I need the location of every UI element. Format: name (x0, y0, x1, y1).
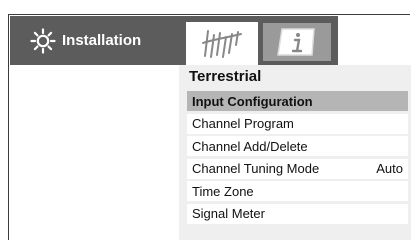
menu-item-input-configuration[interactable]: Input Configuration (187, 91, 408, 111)
menu-item-label: Time Zone (192, 183, 254, 199)
installation-title: Installation (62, 32, 142, 49)
menu-item-label: Channel Add/Delete (192, 138, 308, 154)
menu-item-label: Channel Program (192, 116, 294, 132)
menu-item-channel-program[interactable]: Channel Program (187, 113, 408, 134)
menu-item-label: Signal Meter (192, 206, 265, 222)
menu-item-label: Input Configuration (192, 93, 313, 109)
antenna-icon (202, 29, 242, 58)
menu-item-channel-add-delete[interactable]: Channel Add/Delete (187, 136, 408, 157)
info-icon (277, 28, 315, 56)
tab-installation[interactable]: Installation (10, 16, 180, 65)
tab-antenna[interactable] (186, 22, 258, 65)
installation-menu-window: Installation Terrestrial Input Configura… (8, 14, 411, 240)
menu-item-label: Channel Tuning Mode (192, 161, 320, 177)
menu-item-signal-meter[interactable]: Signal Meter (187, 203, 408, 224)
left-panel (9, 65, 179, 240)
settings-panel: Terrestrial Input Configuration Channel … (179, 65, 411, 240)
menu-item-channel-tuning-mode[interactable]: Channel Tuning Mode Auto (187, 158, 408, 179)
section-title: Terrestrial (189, 68, 262, 85)
menu-item-value: Auto (376, 161, 403, 177)
menu-item-time-zone[interactable]: Time Zone (187, 181, 408, 202)
gear-icon (30, 27, 56, 54)
tab-info[interactable] (263, 23, 331, 61)
menu-list: Input Configuration Channel Program Chan… (187, 91, 408, 227)
menu-header: Installation (10, 16, 338, 65)
